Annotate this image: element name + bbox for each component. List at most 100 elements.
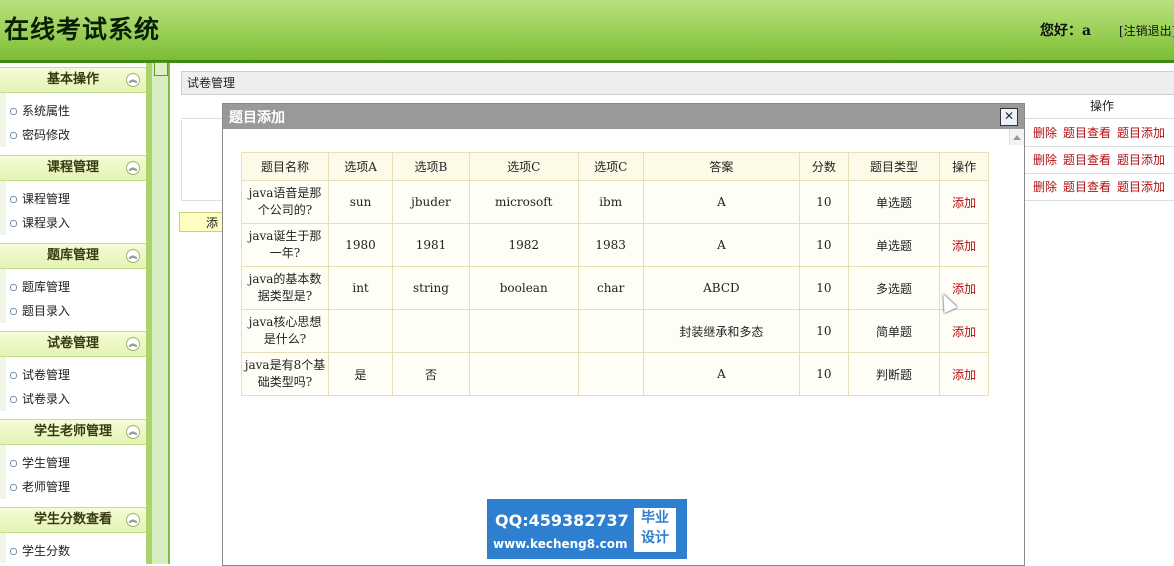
cell-score: 10	[799, 309, 849, 353]
watermark-badge-line2: 设计	[641, 530, 669, 546]
collapse-icon[interactable]: ︽	[126, 513, 140, 527]
cell-question-name: java诞生于那一年?	[241, 223, 329, 267]
collapse-icon[interactable]: ︽	[126, 425, 140, 439]
sidebar-item-label: 学生分数	[22, 544, 71, 558]
collapse-icon[interactable]: ︽	[126, 161, 140, 175]
sidebar-group-header[interactable]: 课程管理 ︽	[0, 155, 146, 181]
sidebar-item-course-entry[interactable]: 课程录入	[6, 211, 146, 235]
watermark-badge: 毕业 设计	[633, 507, 677, 553]
header-question-name: 题目名称	[241, 152, 329, 181]
cell-question-name: java是有8个基础类型吗?	[241, 352, 329, 396]
question-table: 题目名称 选项A 选项B 选项C 选项C 答案 分数 题目类型 操作 java语…	[241, 152, 989, 396]
sidebar-item-question-entry[interactable]: 题目录入	[6, 299, 146, 323]
sidebar-item-paper-entry[interactable]: 试卷录入	[6, 387, 146, 411]
header-option-b: 选项B	[392, 152, 470, 181]
sidebar-group-title: 学生分数查看	[33, 512, 112, 527]
sidebar-item-teacher-manage[interactable]: 老师管理	[6, 475, 146, 499]
sidebar-item-label: 课程管理	[22, 192, 71, 206]
add-question-dialog: 题目添加 ✕ 题目名称 选项A 选项B 选项C 选项C 答案 分数 题目类型 操…	[222, 103, 1025, 566]
add-question-link[interactable]: 题目添加	[1117, 153, 1165, 167]
watermark-banner: QQ:459382737 www.kecheng8.com 毕业 设计	[487, 499, 687, 559]
sidebar-item-student-scores[interactable]: 学生分数	[6, 539, 146, 563]
add-question-link[interactable]: 题目添加	[1117, 126, 1165, 140]
sidebar-item-password-change[interactable]: 密码修改	[6, 123, 146, 147]
sidebar-group-student-teacher: 学生老师管理 ︽ 学生管理 老师管理	[0, 419, 146, 499]
header-score: 分数	[799, 152, 849, 181]
cell-option-b	[392, 309, 470, 353]
sidebar-group-header[interactable]: 题库管理 ︽	[0, 243, 146, 269]
sidebar-item-label: 课程录入	[22, 216, 71, 230]
sidebar-toggle-button[interactable]	[154, 62, 168, 76]
delete-link[interactable]: 删除	[1033, 126, 1057, 140]
cell-option-d	[577, 352, 644, 396]
cell-question-name: java核心思想是什么?	[241, 309, 329, 353]
sidebar-group-header[interactable]: 基本操作 ︽	[0, 67, 146, 93]
delete-link[interactable]: 删除	[1033, 153, 1057, 167]
sidebar-item-bank-manage[interactable]: 题库管理	[6, 275, 146, 299]
watermark-site: www.kecheng8.com	[493, 537, 628, 551]
bullet-icon	[10, 284, 17, 291]
sidebar-item-student-manage[interactable]: 学生管理	[6, 451, 146, 475]
add-link[interactable]: 添加	[939, 309, 989, 353]
sidebar-item-label: 系统属性	[22, 104, 71, 118]
sidebar-group-title: 学生老师管理	[33, 424, 112, 439]
table-row: java核心思想是什么? 封装继承和多态 10 简单题 添加	[241, 309, 989, 353]
header-option-d: 选项C	[577, 152, 644, 181]
cell-score: 10	[799, 223, 849, 267]
sidebar-group-body: 题库管理 题目录入	[0, 269, 146, 323]
cell-score: 10	[799, 180, 849, 224]
sidebar-group-title: 课程管理	[46, 160, 99, 175]
view-questions-link[interactable]: 题目查看	[1063, 180, 1111, 194]
cell-question-name: java的基本数据类型是?	[241, 266, 329, 310]
bullet-icon	[10, 132, 17, 139]
add-link[interactable]: 添加	[939, 223, 989, 267]
sidebar-item-system-properties[interactable]: 系统属性	[6, 99, 146, 123]
user-greeting: 您好：a	[1040, 23, 1092, 39]
add-question-link[interactable]: 题目添加	[1117, 180, 1165, 194]
table-row: java诞生于那一年? 1980 1981 1982 1983 A 10 单选题…	[241, 223, 989, 267]
table-header-row: 题目名称 选项A 选项B 选项C 选项C 答案 分数 题目类型 操作	[241, 152, 989, 181]
logout-link[interactable]: [注销退出]	[1119, 22, 1174, 39]
sidebar-group-title: 基本操作	[46, 72, 99, 87]
scroll-up-arrow[interactable]	[1009, 129, 1024, 145]
watermark-badge-line1: 毕业	[641, 510, 669, 526]
table-row: 删除 题目查看 题目添加	[1024, 147, 1174, 174]
sidebar-item-label: 试卷管理	[22, 368, 71, 382]
delete-link[interactable]: 删除	[1033, 180, 1057, 194]
sidebar-group-header[interactable]: 学生老师管理 ︽	[0, 419, 146, 445]
dialog-title-bar[interactable]: 题目添加 ✕	[223, 104, 1024, 129]
cell-option-c: microsoft	[468, 180, 579, 224]
cell-option-b: 1981	[392, 223, 470, 267]
collapse-icon[interactable]: ︽	[126, 337, 140, 351]
sidebar-item-label: 密码修改	[22, 128, 71, 142]
collapse-icon[interactable]: ︽	[126, 249, 140, 263]
sidebar-group-title: 试卷管理	[46, 336, 99, 351]
view-questions-link[interactable]: 题目查看	[1063, 126, 1111, 140]
app-title: 在线考试系统	[4, 15, 161, 44]
add-paper-button[interactable]: 添加	[179, 212, 223, 232]
cell-option-b: 否	[392, 352, 470, 396]
cell-question-type: 判断题	[847, 352, 941, 396]
cell-option-c	[468, 309, 579, 353]
cell-option-b: jbuder	[392, 180, 470, 224]
sidebar-item-paper-manage[interactable]: 试卷管理	[6, 363, 146, 387]
cell-option-c: boolean	[468, 266, 579, 310]
collapse-icon[interactable]: ︽	[126, 73, 140, 87]
sidebar-item-label: 题目录入	[22, 304, 71, 318]
view-questions-link[interactable]: 题目查看	[1063, 153, 1111, 167]
cell-question-type: 简单题	[847, 309, 941, 353]
sidebar-group-body: 试卷管理 试卷录入	[0, 357, 146, 411]
bullet-icon	[10, 484, 17, 491]
cell-option-a	[327, 309, 394, 353]
cell-option-a: sun	[327, 180, 394, 224]
close-icon[interactable]: ✕	[1000, 108, 1018, 126]
cell-question-name: java语音是那个公司的?	[241, 180, 329, 224]
bullet-icon	[10, 548, 17, 555]
sidebar-item-course-manage[interactable]: 课程管理	[6, 187, 146, 211]
sidebar-group-header[interactable]: 学生分数查看 ︽	[0, 507, 146, 533]
cell-option-c	[468, 352, 579, 396]
sidebar-group-question-bank: 题库管理 ︽ 题库管理 题目录入	[0, 243, 146, 323]
sidebar-group-header[interactable]: 试卷管理 ︽	[0, 331, 146, 357]
add-link[interactable]: 添加	[939, 180, 989, 224]
add-link[interactable]: 添加	[939, 352, 989, 396]
